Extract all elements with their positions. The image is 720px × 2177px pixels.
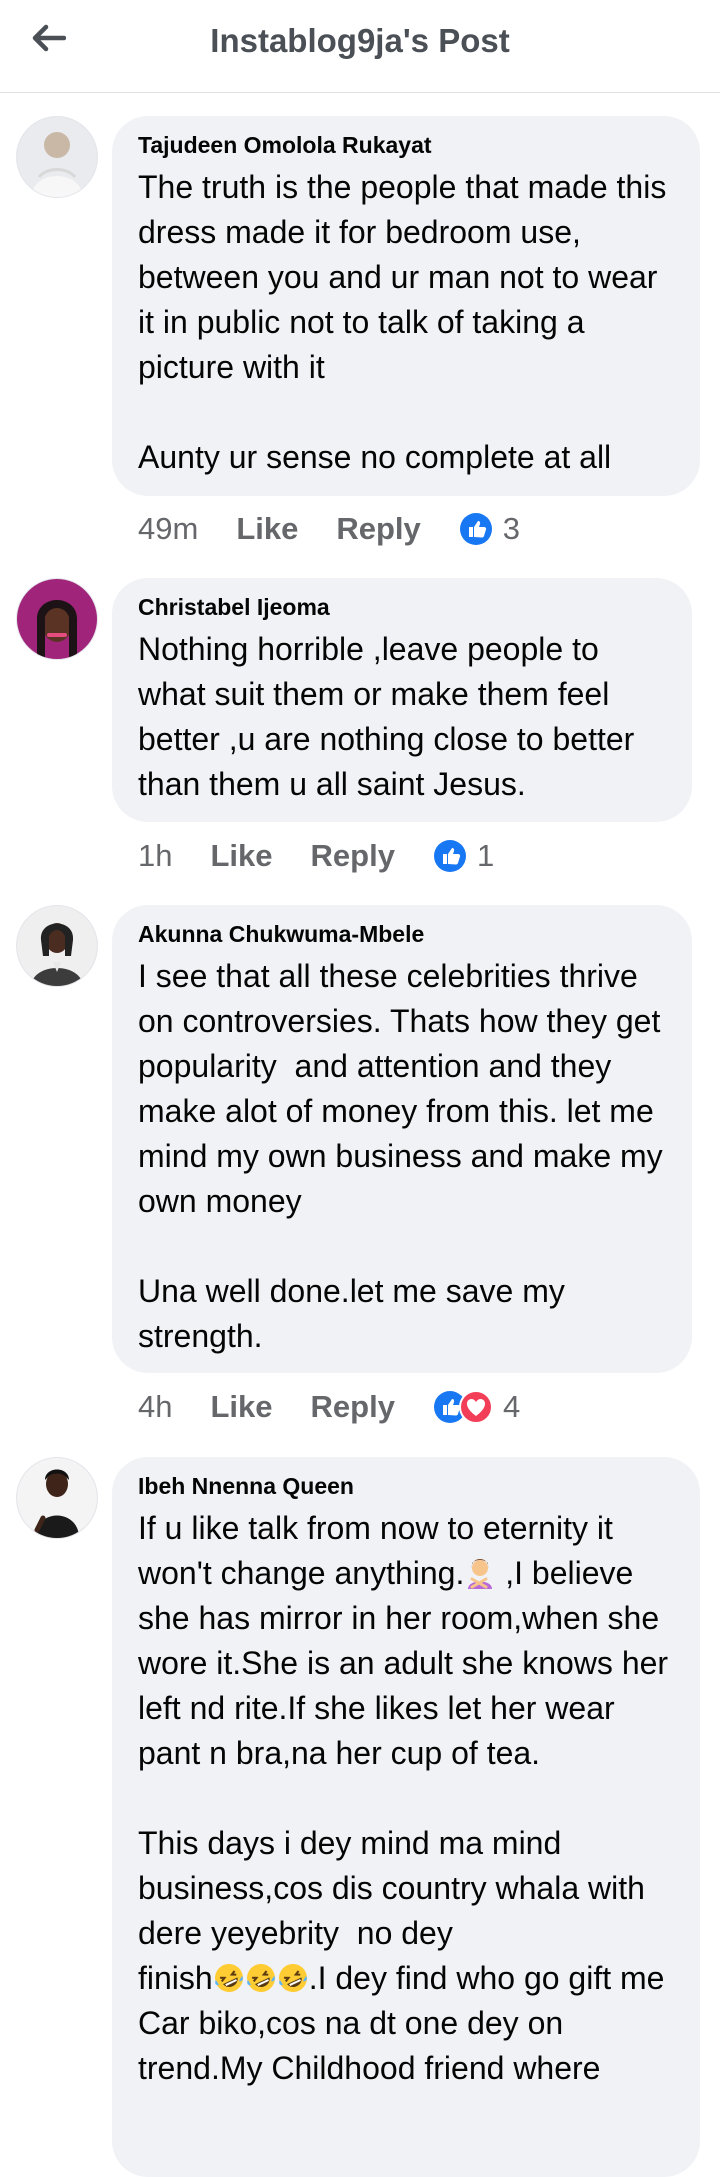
reaction-summary[interactable]: 1 [433, 838, 494, 874]
comment-text: If u like talk from now to eternity it w… [138, 1506, 674, 2091]
user-photo-icon [17, 117, 97, 197]
reaction-count: 1 [476, 838, 495, 873]
comment-author[interactable]: Ibeh Nnenna Queen [138, 1473, 674, 1500]
reaction-summary[interactable]: 4 [433, 1389, 520, 1425]
like-reaction-icon [433, 840, 466, 872]
reply-button[interactable]: Reply [311, 1389, 395, 1425]
comment-text-line: This days i dey mind ma mind business,co… [138, 1825, 654, 1951]
rolling-laughing-emoji [214, 1964, 243, 1992]
top-bar: Instablog9ja's Post [0, 0, 720, 93]
avatar[interactable] [16, 578, 98, 660]
reaction-count: 4 [502, 1389, 521, 1424]
comment-actions: 49m Like Reply 3 [138, 507, 520, 551]
comment-actions: 1h Like Reply 1 [138, 834, 494, 878]
comment-text-line: she has mirror in her room,when she wore… [138, 1600, 677, 1771]
comment-time[interactable]: 4h [138, 1389, 172, 1425]
avatar[interactable] [16, 116, 98, 198]
comment-text: The truth is the people that made this d… [138, 169, 667, 475]
reaction-count: 3 [502, 511, 521, 546]
page-title: Instablog9ja's Post [210, 22, 510, 59]
user-photo-icon [17, 906, 97, 986]
comment-author[interactable]: Tajudeen Omolola Rukayat [138, 132, 674, 159]
comment-text-line: won't change anything. [138, 1555, 465, 1591]
comment-text: I see that all these celebrities thrive … [138, 958, 663, 1354]
comment-author[interactable]: Christabel Ijeoma [138, 594, 666, 621]
comment-text-line: finish [138, 1960, 213, 1996]
like-button[interactable]: Like [210, 838, 272, 874]
avatar[interactable] [16, 1457, 98, 1539]
like-button[interactable]: Like [210, 1389, 272, 1425]
comment-bubble[interactable]: Christabel Ijeoma Nothing horrible ,leav… [112, 578, 692, 822]
comment-bubble[interactable]: Tajudeen Omolola Rukayat The truth is th… [112, 116, 700, 496]
comment-text-line: ,I believe [496, 1555, 634, 1591]
comment-time[interactable]: 1h [138, 838, 172, 874]
user-photo-icon [17, 1458, 97, 1538]
love-reaction-icon [458, 1390, 493, 1424]
comment-time[interactable]: 49m [138, 511, 198, 547]
comment-author[interactable]: Akunna Chukwuma-Mbele [138, 921, 666, 948]
like-button[interactable]: Like [236, 511, 298, 547]
comment-actions: 4h Like Reply 4 [138, 1385, 520, 1429]
reply-button[interactable]: Reply [336, 511, 420, 547]
reply-button[interactable]: Reply [311, 838, 395, 874]
rolling-laughing-emoji [246, 1964, 275, 1992]
avatar[interactable] [16, 905, 98, 987]
comment-text-line: If u like talk from now to eternity it [138, 1510, 613, 1546]
woman-gesturing-no-emoji [468, 1559, 493, 1589]
rolling-laughing-emoji [278, 1964, 307, 1992]
comment-text: Nothing horrible ,leave people to what s… [138, 631, 644, 802]
reaction-summary[interactable]: 3 [459, 511, 520, 547]
comment-bubble[interactable]: Akunna Chukwuma-Mbele I see that all the… [112, 905, 692, 1373]
user-photo-icon [17, 579, 97, 659]
like-reaction-icon [459, 513, 492, 545]
comment-bubble[interactable]: Ibeh Nnenna Queen If u like talk from no… [112, 1457, 700, 2177]
